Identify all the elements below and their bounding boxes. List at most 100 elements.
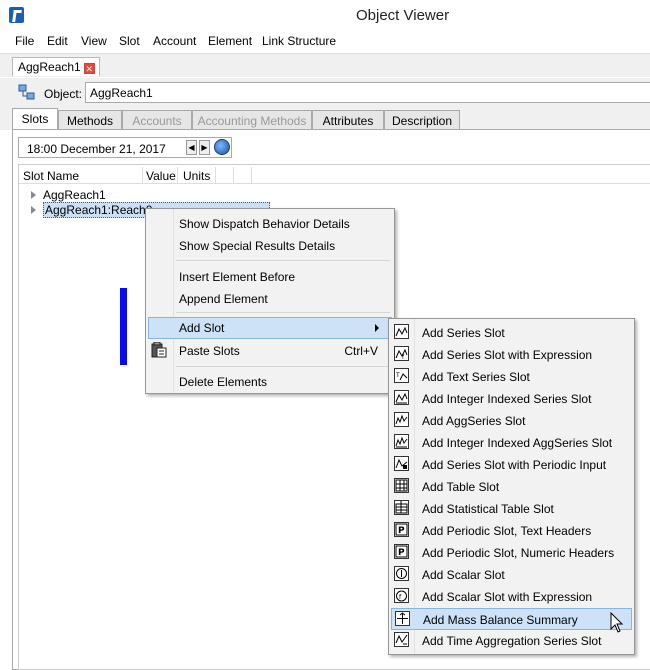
menu-divider [176,260,390,261]
menu-edit[interactable]: Edit [47,34,68,48]
tree-row[interactable]: AggReach1 [19,187,269,203]
date-value: 18:00 December 21, 2017 [27,142,166,156]
menu-item-label: Add Slot [179,321,225,335]
svg-text:P: P [398,548,405,558]
submenu-item-label: Add AggSeries Slot [422,414,526,428]
submenu-item-periodic-text[interactable]: P Add Periodic Slot, Text Headers [391,520,632,542]
submenu-item-label: Add Series Slot with Expression [422,348,593,362]
submenu-item-label: Add Scalar Slot with Expression [422,590,593,604]
menu-item-label: Show Dispatch Behavior Details [179,217,350,231]
add-slot-submenu: Add Series Slot f Add Series Slot with Exp… [388,318,635,655]
menu-item-label: Show Special Results Details [179,239,336,253]
scalar-slot-icon [394,566,409,581]
submenu-item-periodic-numeric[interactable]: P Add Periodic Slot, Numeric Headers [391,542,632,564]
column-divider [142,167,143,183]
submenu-item-scalar-slot[interactable]: Add Scalar Slot [391,564,632,586]
submenu-item-label: Add Periodic Slot, Text Headers [422,524,592,538]
submenu-item-integer-aggseries[interactable]: Add Integer Indexed AggSeries Slot [391,432,632,454]
submenu-item-table-slot[interactable]: Add Table Slot [391,476,632,498]
submenu-item-label: Add Statistical Table Slot [422,502,554,516]
menu-view[interactable]: View [81,34,107,48]
svg-text:P: P [398,526,405,536]
next-date-icon[interactable]: ▶ [199,140,210,155]
submenu-item-label: Add Periodic Slot, Numeric Headers [422,546,615,560]
object-row: Object: AggReach1 [0,78,650,108]
menu-slot[interactable]: Slot [119,34,140,48]
tab-accounts: Accounts [122,110,192,129]
tab-slots[interactable]: Slots [12,108,58,130]
column-value[interactable]: Value [146,169,176,183]
menu-item-label: Insert Element Before [179,270,296,284]
submenu-item-label: Add Series Slot [422,326,505,340]
tab-strip: Slots Methods Accounts Accounting Method… [0,108,650,130]
time-aggregation-icon [394,632,409,647]
tab-description[interactable]: Description [384,110,460,129]
column-units[interactable]: Units [183,169,210,183]
tab-accounting-methods: Accounting Methods [192,110,312,129]
column-divider [233,167,234,183]
object-name-field[interactable]: AggReach1 [85,82,650,103]
column-divider [251,167,252,183]
menu-show-dispatch-behavior[interactable]: Show Dispatch Behavior Details [148,213,392,235]
menu-file[interactable]: File [15,34,34,48]
object-icon [18,84,35,100]
menu-item-label: Delete Elements [179,375,268,389]
mouse-cursor-icon [610,612,624,633]
menu-item-label: Paste Slots [179,344,240,358]
document-tab-label: AggReach1 [18,60,81,74]
periodic-input-icon [394,456,409,471]
submenu-item-label: Add Mass Balance Summary [423,613,578,627]
document-tab[interactable]: AggReach1 ✕ [12,57,100,76]
tree-header: Slot Name Value Units [19,165,650,184]
menu-item-label: Append Element [179,292,268,306]
column-divider [215,167,216,183]
previous-date-icon[interactable]: ◀ [186,140,197,155]
menu-append-element[interactable]: Append Element [148,288,392,310]
svg-text:f: f [402,354,405,360]
submenu-item-text-series[interactable]: T Add Text Series Slot [391,366,632,388]
integer-aggseries-icon [394,434,409,449]
scalar-expression-icon: f [394,588,409,603]
menu-insert-element-before[interactable]: Insert Element Before [148,266,392,288]
window-title: Object Viewer [356,7,450,24]
tree-row-label: AggReach1 [43,188,106,202]
submenu-item-series-expression[interactable]: f Add Series Slot with Expression [391,344,632,366]
menu-element[interactable]: Element [208,34,252,48]
submenu-item-aggseries[interactable]: Add AggSeries Slot [391,410,632,432]
date-field[interactable]: 18:00 December 21, 2017 ◀ ▶ [18,137,232,158]
context-menu: Show Dispatch Behavior Details Show Spec… [145,208,395,394]
submenu-item-series-slot[interactable]: Add Series Slot [391,322,632,344]
submenu-item-statistical-table[interactable]: Add Statistical Table Slot [391,498,632,520]
globe-icon[interactable] [214,139,230,155]
mass-balance-icon [395,611,410,626]
tab-attributes[interactable]: Attributes [312,110,384,129]
series-expression-icon: f [394,346,409,361]
submenu-item-scalar-expression[interactable]: f Add Scalar Slot with Expression [391,586,632,608]
statistical-table-icon [394,500,409,515]
submenu-item-time-aggregation[interactable]: Add Time Aggregation Series Slot [391,630,632,652]
menu-shortcut: Ctrl+V [344,344,378,358]
expand-arrow-icon[interactable] [31,206,36,214]
svg-text:T: T [395,372,400,379]
svg-text:f: f [399,594,402,601]
menu-delete-elements[interactable]: Delete Elements [148,371,392,393]
submenu-item-label: Add Scalar Slot [422,568,505,582]
submenu-item-label: Add Text Series Slot [422,370,530,384]
menu-account[interactable]: Account [153,34,196,48]
menu-bar: File Edit View Slot Account Element Link… [0,31,650,52]
menu-link-structure[interactable]: Link Structure [262,34,336,48]
menu-divider [176,366,390,367]
submenu-item-label: Add Integer Indexed AggSeries Slot [422,436,613,450]
column-divider [177,167,178,183]
submenu-item-integer-series[interactable]: Add Integer Indexed Series Slot [391,388,632,410]
close-icon[interactable]: ✕ [83,63,95,74]
menu-show-special-results[interactable]: Show Special Results Details [148,235,392,257]
submenu-item-periodic-input[interactable]: Add Series Slot with Periodic Input [391,454,632,476]
menu-paste-slots[interactable]: Paste Slots Ctrl+V [148,340,392,362]
tab-methods[interactable]: Methods [58,110,122,129]
submenu-item-mass-balance[interactable]: Add Mass Balance Summary [391,608,632,630]
column-slot-name[interactable]: Slot Name [23,169,79,183]
menu-add-slot[interactable]: Add Slot [148,317,392,339]
expand-arrow-icon[interactable] [31,191,36,199]
paste-icon [151,342,167,358]
